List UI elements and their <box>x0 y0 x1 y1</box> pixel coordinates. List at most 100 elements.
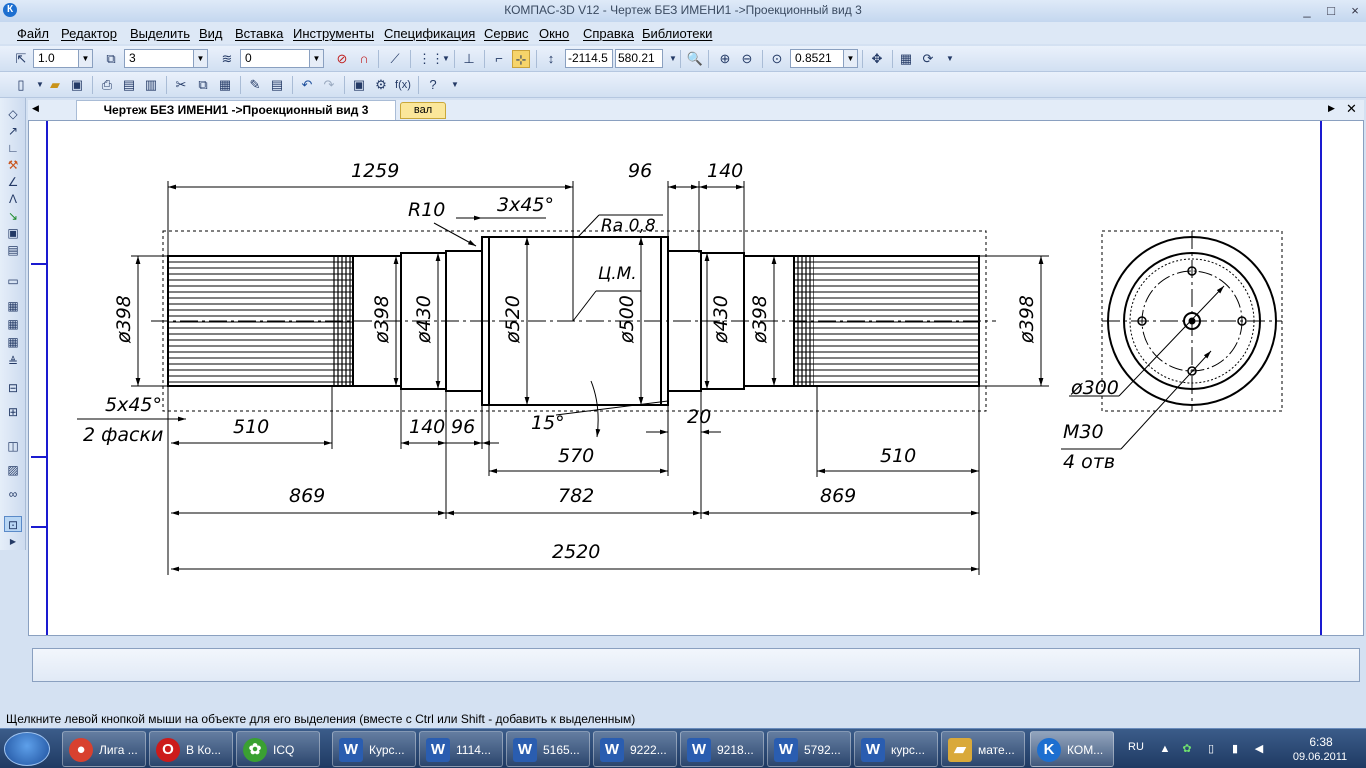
paste-icon[interactable]: ▦ <box>216 76 234 94</box>
taskbar-item-folder[interactable]: ▰ мате... <box>941 731 1025 767</box>
help-icon[interactable]: ? <box>424 76 442 94</box>
chevron-down-icon[interactable]: ▼ <box>446 76 464 94</box>
close-tab-icon[interactable]: ✕ <box>1346 101 1357 117</box>
dim-two-chamfers[interactable]: 2 фаски <box>83 424 163 446</box>
undo-icon[interactable]: ↶ <box>298 76 316 94</box>
print-preview-icon[interactable]: ▤ <box>120 76 138 94</box>
dim-96-top[interactable]: 96 <box>628 160 652 182</box>
tolerance-icon[interactable]: ⊟ <box>4 380 22 396</box>
pan-icon[interactable]: ✥ <box>868 50 886 68</box>
cut-icon[interactable]: ✂ <box>172 76 190 94</box>
taskbar-item-opera[interactable]: O В Ко... <box>149 731 233 767</box>
menu-window[interactable]: Окно <box>539 26 569 41</box>
taskbar-item-chrome[interactable]: ● Лига ... <box>62 731 146 767</box>
chevron-down-icon[interactable]: ▼ <box>193 50 207 67</box>
zoom-combo[interactable]: 0.8521 ▼ <box>790 49 858 68</box>
network-signal-icon[interactable]: ▮ <box>1228 742 1242 756</box>
grid-icon[interactable]: ⋮⋮ <box>418 50 444 68</box>
clock-time[interactable]: 6:38 <box>1296 735 1346 749</box>
icq-tray-icon[interactable]: ✿ <box>1180 742 1194 756</box>
start-button[interactable] <box>4 732 50 766</box>
export-icon[interactable]: ▥ <box>142 76 160 94</box>
zoom-out-icon[interactable]: ⊖ <box>738 50 756 68</box>
dim-1259[interactable]: 1259 <box>351 160 399 182</box>
ortho-mode-icon[interactable]: ⊹ <box>512 50 530 68</box>
chevron-down-icon[interactable]: ▼ <box>309 50 323 67</box>
zoom-scale-icon[interactable]: ⊙ <box>768 50 786 68</box>
taskbar-item-icq[interactable]: ✿ ICQ <box>236 731 320 767</box>
snap-icon[interactable]: ⊘ <box>333 50 351 68</box>
minimize-button[interactable]: _ <box>1296 2 1318 20</box>
menu-select[interactable]: Выделить <box>130 26 190 41</box>
coord-x-field[interactable]: -2114.5 <box>565 49 613 68</box>
dim-140-top[interactable]: 140 <box>707 160 743 182</box>
parametrization-icon[interactable]: ∠ <box>4 174 22 190</box>
dim-510-right[interactable]: 510 <box>880 445 916 467</box>
dim-869-right[interactable]: 869 <box>820 485 856 507</box>
dim-869-left[interactable]: 869 <box>289 485 325 507</box>
ortho-icon[interactable]: ⟋ <box>386 50 404 68</box>
menu-view[interactable]: Вид <box>199 26 223 41</box>
menu-service[interactable]: Сервис <box>484 26 529 41</box>
geometry-icon[interactable]: ◇ <box>4 106 22 122</box>
menu-libraries[interactable]: Библиотеки <box>642 26 712 41</box>
show-all-icon[interactable]: ▦ <box>897 50 915 68</box>
volume-icon[interactable]: ◀ <box>1252 742 1266 756</box>
dim-angle-15[interactable]: 15° <box>531 412 565 434</box>
new-document-icon[interactable]: ▯ <box>12 76 30 94</box>
dim-m30[interactable]: M30 <box>1063 421 1104 443</box>
dim-140-bottom[interactable]: 140 <box>409 416 445 438</box>
dim-four-holes[interactable]: 4 отв <box>1063 451 1115 473</box>
active-tool-icon[interactable]: ⊡ <box>4 516 22 532</box>
menu-tools[interactable]: Инструменты <box>293 26 374 41</box>
tab-val[interactable]: вал <box>400 102 446 119</box>
open-folder-icon[interactable]: ▰ <box>46 76 64 94</box>
dim-dia500[interactable]: ø500 <box>616 295 638 344</box>
taskbar-item-word-2[interactable]: W 1114... <box>419 731 503 767</box>
dim-dia398-left[interactable]: ø398 <box>113 295 135 344</box>
coord-y-field[interactable]: 580.21 <box>615 49 663 68</box>
scale-combo[interactable]: 1.0 ▼ <box>33 49 93 68</box>
chevron-down-icon[interactable]: ▼ <box>843 50 857 67</box>
style-combo[interactable]: 0 ▼ <box>240 49 324 68</box>
menu-help[interactable]: Справка <box>583 26 634 41</box>
menu-insert[interactable]: Вставка <box>235 26 283 41</box>
dim-dia398-a[interactable]: ø398 <box>371 295 393 344</box>
function-icon[interactable]: f(x) <box>394 76 412 94</box>
dim-dia430-b[interactable]: ø430 <box>710 295 732 344</box>
menu-editor[interactable]: Редактор <box>61 26 117 41</box>
clock-date[interactable]: 09.06.2011 <box>1290 751 1350 763</box>
dim-20[interactable]: 20 <box>687 406 711 428</box>
copy-icon[interactable]: ⧉ <box>194 76 212 94</box>
zoom-window-icon[interactable]: 🔍 <box>686 50 704 68</box>
menu-specification[interactable]: Спецификация <box>384 26 475 41</box>
layout-icon[interactable]: ▦ <box>4 298 22 314</box>
measure-icon[interactable]: Λ <box>4 191 22 207</box>
symbols-icon[interactable]: ∟ <box>4 140 22 156</box>
associative-view-icon[interactable]: ▣ <box>4 225 22 241</box>
spec-icon[interactable]: ▤ <box>4 242 22 258</box>
taskbar-item-word-4[interactable]: W 9222... <box>593 731 677 767</box>
chevron-left-icon[interactable]: ◀ <box>32 103 39 114</box>
local-cs-icon[interactable]: ⊥ <box>460 50 478 68</box>
dim-dia520[interactable]: ø520 <box>502 295 524 344</box>
zoom-in-icon[interactable]: ⊕ <box>716 50 734 68</box>
dim-dia430-a[interactable]: ø430 <box>413 295 435 344</box>
dim-570[interactable]: 570 <box>558 445 594 467</box>
dim-center-mass[interactable]: Ц.М. <box>598 264 637 284</box>
taskbar-item-word-7[interactable]: W курс... <box>854 731 938 767</box>
dim-r10[interactable]: R10 <box>408 199 445 221</box>
device-icon[interactable]: ▯ <box>1204 742 1218 756</box>
taskbar-item-word-1[interactable]: W Курс... <box>332 731 416 767</box>
taskbar-item-kompas[interactable]: K КОМ... <box>1030 731 1114 767</box>
report-icon[interactable]: ▭ <box>4 273 22 289</box>
dimensions-icon[interactable]: ↗ <box>4 123 22 139</box>
menu-file[interactable]: Файл <box>17 26 49 41</box>
dim-782[interactable]: 782 <box>558 485 594 507</box>
library-icon[interactable]: ⊞ <box>4 404 22 420</box>
chevron-right-icon[interactable]: ▶ <box>1328 103 1335 114</box>
copy-properties-icon[interactable]: ✎ <box>246 76 264 94</box>
properties-icon[interactable]: ▤ <box>268 76 286 94</box>
fragment-icon[interactable]: ▦ <box>4 316 22 332</box>
dim-510-left[interactable]: 510 <box>233 416 269 438</box>
